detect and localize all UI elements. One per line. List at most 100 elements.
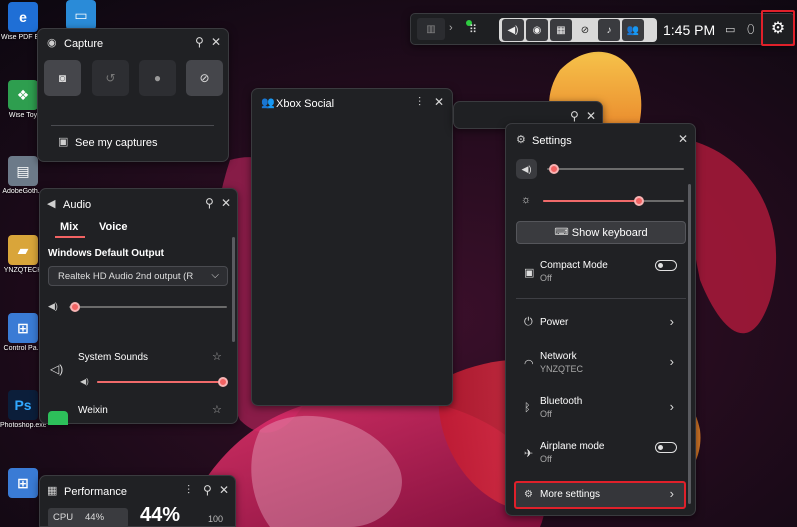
close-icon[interactable]: ✕: [221, 197, 231, 209]
desktop-icon-label: Photoshop.exe: [0, 422, 46, 429]
airplane-mode-toggle[interactable]: [655, 442, 677, 453]
chart-icon[interactable]: ▥: [417, 18, 445, 40]
close-icon[interactable]: ✕: [434, 96, 444, 108]
pin-icon[interactable]: ⚲: [570, 110, 579, 122]
brightness-icon: ☼: [521, 194, 532, 206]
volume-icon: ◀): [48, 301, 58, 311]
settings-sliders-icon[interactable]: ⫶: [187, 484, 190, 496]
volume-icon: ◀): [80, 377, 89, 386]
setting-status: YNZQTEC: [540, 364, 584, 374]
output-heading: Windows Default Output: [48, 248, 165, 259]
setting-label: More settings: [540, 489, 601, 500]
show-keyboard-button[interactable]: ⌨ Show keyboard: [516, 221, 686, 244]
xbox-icon[interactable]: ⊘: [574, 19, 596, 41]
widget-menu-icon[interactable]: ⠿: [469, 23, 477, 36]
setting-power[interactable]: ⏻ Power ›: [516, 308, 686, 338]
volume-icon[interactable]: ◀): [502, 19, 524, 41]
close-icon[interactable]: ✕: [586, 110, 596, 122]
compact-mode-icon: ▣: [524, 267, 535, 279]
camera-icon[interactable]: ◉: [526, 19, 548, 41]
battery-icon: ▭: [725, 24, 736, 36]
widget-strip: ◀) ◉ ▦ ⊘ ♪ 👥: [499, 18, 657, 42]
chevron-right-icon: ›: [669, 314, 674, 329]
performance-title: Performance: [64, 486, 127, 498]
chevron-right-icon: ›: [669, 399, 674, 414]
compact-mode-toggle[interactable]: [655, 260, 677, 271]
gear-icon: ⚙: [524, 489, 533, 500]
wise-toy-icon: ❖: [8, 80, 38, 110]
app-volume-thumb[interactable]: [218, 377, 228, 387]
favorite-star-icon[interactable]: ☆: [212, 403, 222, 416]
setting-label: Power: [540, 317, 569, 328]
master-volume-thumb[interactable]: [70, 302, 81, 312]
weixin-icon: [48, 411, 68, 425]
setting-compact-mode[interactable]: ▣ Compact Mode Off: [516, 255, 686, 295]
camera-icon: ◉: [47, 37, 57, 49]
scrollbar[interactable]: [232, 237, 235, 342]
xbox-social-widget: 👥 Xbox Social ⫶ ✕: [251, 88, 453, 406]
bluetooth-icon: ᛒ: [524, 402, 531, 414]
gear-icon: ⚙: [770, 20, 786, 37]
gallery-icon: ▣: [58, 136, 69, 148]
power-icon: ⏻: [524, 316, 533, 328]
spotify-icon[interactable]: ♪: [598, 19, 620, 41]
divider: [51, 125, 214, 126]
close-icon[interactable]: ✕: [219, 484, 229, 496]
record-last-button[interactable]: ↺: [92, 60, 129, 96]
mic-toggle-button[interactable]: ⊘: [186, 60, 223, 96]
settings-sliders-icon[interactable]: ⫶: [418, 96, 421, 108]
audio-title: Audio: [63, 199, 92, 211]
setting-bluetooth[interactable]: ᛒ Bluetooth Off ›: [516, 393, 686, 425]
mouse-icon: ⬯: [747, 22, 755, 36]
tab-underline: [55, 236, 85, 238]
close-icon[interactable]: ✕: [211, 36, 221, 48]
settings-gear-button[interactable]: ⚙: [761, 10, 795, 46]
history-icon: ↺: [105, 71, 116, 85]
show-keyboard-label: Show keyboard: [571, 226, 648, 239]
tab-mix[interactable]: Mix: [60, 221, 78, 233]
close-icon[interactable]: ✕: [678, 133, 688, 145]
master-volume-track[interactable]: [69, 306, 227, 308]
folder-icon: ▰: [8, 235, 38, 265]
volume-icon: ◀): [521, 163, 532, 174]
volume-track[interactable]: [547, 168, 684, 170]
cpu-big-value: 44%: [140, 504, 181, 526]
favorite-star-icon[interactable]: ☆: [212, 350, 222, 363]
scrollbar[interactable]: [688, 184, 691, 504]
social-icon[interactable]: 👥: [622, 19, 644, 41]
wifi-icon: ◠: [524, 358, 534, 370]
performance-monitor-icon: ▦: [47, 485, 58, 497]
output-device-value: Realtek HD Audio 2nd output (R: [58, 271, 194, 282]
volume-thumb[interactable]: [548, 164, 559, 174]
desktop-icon-adobe-goth[interactable]: ▤ AdobeGoth...: [0, 156, 46, 195]
screenshot-button[interactable]: ◙: [44, 60, 81, 96]
setting-label: Network: [540, 351, 577, 362]
start-recording-button[interactable]: ●: [139, 60, 176, 96]
pin-icon[interactable]: ⚲: [205, 197, 214, 209]
xbox-social-title: Xbox Social: [276, 98, 335, 110]
output-device-dropdown[interactable]: Realtek HD Audio 2nd output (R ⌵: [48, 266, 228, 286]
more-settings-button[interactable]: ⚙ More settings ›: [514, 481, 686, 509]
setting-airplane-mode[interactable]: ✈ Airplane mode Off: [516, 438, 686, 470]
setting-network[interactable]: ◠ Network YNZQTEC ›: [516, 348, 686, 380]
pin-icon[interactable]: ⚲: [203, 484, 212, 496]
cpu-tile[interactable]: CPU 44%: [48, 508, 128, 527]
control-panel-icon: ⊞: [8, 313, 38, 343]
speaker-icon: ◀: [47, 198, 56, 210]
setting-status: Off: [540, 273, 552, 283]
app-name: Weixin: [78, 405, 108, 416]
people-icon: 👥: [261, 97, 275, 109]
performance-monitor-icon[interactable]: ▦: [550, 19, 572, 41]
see-captures-link[interactable]: See my captures: [75, 137, 158, 149]
brightness-thumb[interactable]: [633, 196, 644, 206]
performance-widget: ▦ Performance ⫶ ⚲ ✕ CPU 44% 44% 100: [39, 475, 236, 527]
mic-off-icon: ⊘: [199, 71, 210, 85]
cpu-max-value: 100: [208, 514, 224, 524]
tab-voice[interactable]: Voice: [99, 221, 128, 233]
chevron-right-icon: ›: [449, 22, 453, 34]
pin-icon[interactable]: ⚲: [195, 36, 204, 48]
record-icon: ●: [153, 71, 162, 85]
setting-label: Airplane mode: [540, 441, 605, 452]
volume-button[interactable]: ◀): [516, 159, 537, 179]
photoshop-icon: Ps: [8, 390, 38, 420]
